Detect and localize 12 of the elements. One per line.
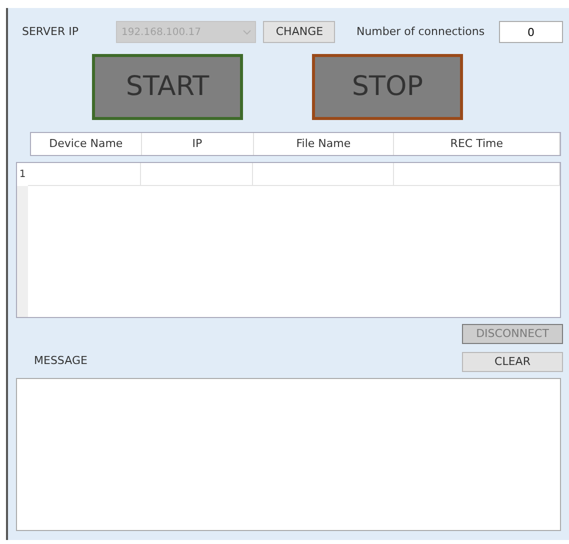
server-ip-label: SERVER IP: [22, 24, 78, 40]
change-button[interactable]: CHANGE: [263, 21, 336, 43]
row-number: 1: [17, 163, 28, 186]
column-header[interactable]: File Name: [254, 133, 394, 155]
column-header[interactable]: Device Name: [31, 133, 142, 155]
column-header[interactable]: IP: [142, 133, 254, 155]
column-header[interactable]: REC Time: [394, 133, 560, 155]
message-box[interactable]: [16, 378, 561, 531]
connections-label: Number of connections: [356, 24, 485, 40]
clear-button[interactable]: CLEAR: [462, 352, 563, 372]
connections-field[interactable]: 0: [499, 21, 563, 43]
message-label: MESSAGE: [34, 352, 88, 368]
